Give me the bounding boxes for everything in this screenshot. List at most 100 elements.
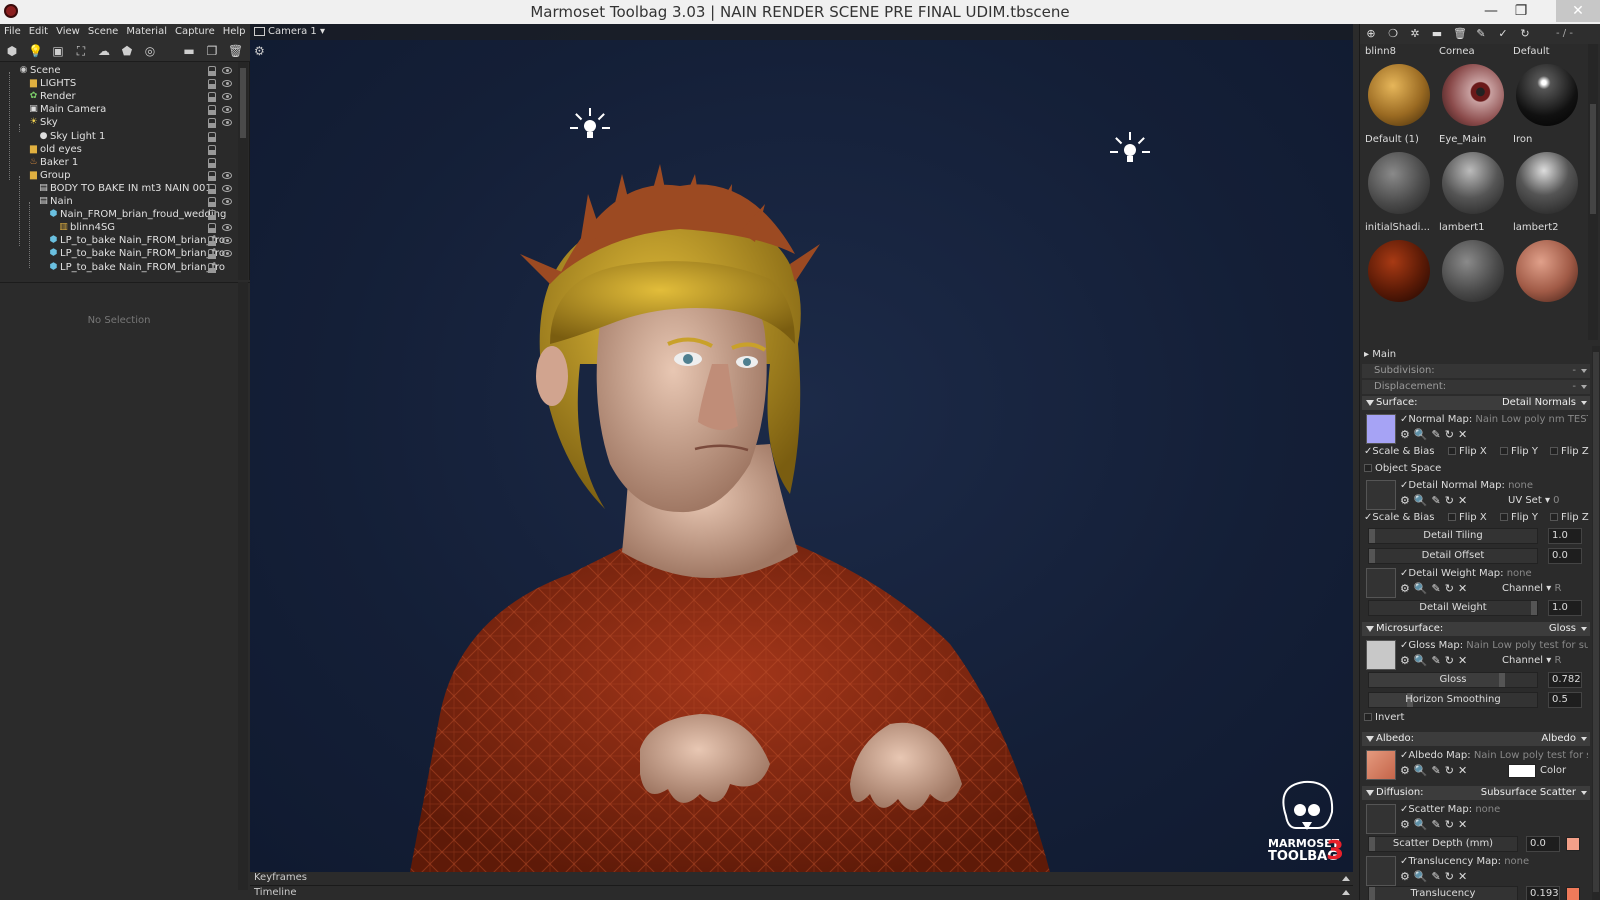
visibility-eye-icon[interactable] [222,184,232,192]
uv-set-dropdown[interactable]: UV Set ▾ 0 [1508,495,1560,506]
translucency-map-swatch[interactable] [1366,856,1396,886]
translucency-map-slot[interactable]: ✓Translucency Map: none [1400,856,1588,867]
lock-icon[interactable] [208,170,216,181]
material-thumbnail[interactable]: Iron [1510,134,1582,222]
delete-icon[interactable]: 🗑 [228,44,243,58]
lock-icon[interactable] [208,197,216,207]
menu-capture[interactable]: Capture [171,24,219,40]
lock-icon[interactable] [208,210,216,221]
lock-icon[interactable] [208,249,216,260]
lock-icon[interactable] [208,183,216,194]
albedo-section[interactable]: Albedo: Albedo [1362,732,1590,746]
properties-scrollbar[interactable] [238,282,248,890]
visibility-eye-icon[interactable] [222,224,232,232]
lock-icon[interactable] [208,79,216,90]
refresh-material-icon[interactable]: ↻ [1519,28,1531,40]
detail-weight-map-swatch[interactable] [1366,568,1396,598]
outliner-item[interactable]: ▆ LIGHTS [0,77,240,90]
menu-help[interactable]: Help [219,24,250,40]
horizon-smoothing-input[interactable]: 0.5 [1548,692,1582,708]
horizon-smoothing-slider[interactable]: Horizon Smoothing [1368,692,1538,708]
add-sky-icon[interactable]: ◎ [143,44,157,58]
outliner-item[interactable]: ♨ Baker 1 [0,156,240,169]
displacement-row[interactable]: Displacement: - [1362,380,1590,394]
paint-material-icon[interactable]: ✎ [1475,28,1487,40]
material-thumbnail[interactable]: Cornea [1436,46,1508,134]
add-camera-icon[interactable]: ▣ [51,44,65,58]
outliner-item[interactable]: ▤ BODY TO BAKE IN mt3 NAIN 001 [0,182,240,195]
detail-normal-map-tools[interactable]: ⚙🔍✎↻✕ [1400,494,1471,507]
lock-icon[interactable] [208,66,216,76]
flip-x-checkbox[interactable]: Flip X [1448,446,1487,457]
minimize-button[interactable]: — [1476,0,1506,22]
albedo-map-tools[interactable]: ⚙🔍✎↻✕ [1400,764,1471,777]
outliner-item[interactable]: ◉ Scene [0,64,240,77]
material-properties-scrollbar[interactable] [1592,346,1600,900]
main-section[interactable]: ▸ Main [1364,348,1590,362]
outliner-item[interactable]: ● Sky Light 1 [0,130,240,143]
lock-icon[interactable] [208,118,216,129]
material-pager[interactable]: - / - [1556,28,1573,39]
visibility-eye-icon[interactable] [222,67,232,74]
add-object-icon[interactable]: ⬢ [5,44,19,58]
scatter-depth-slider[interactable]: Scatter Depth (mm) [1368,836,1518,852]
detail-weight-input[interactable]: 1.0 [1548,600,1582,616]
detail-weight-channel-dropdown[interactable]: Channel ▾ R [1502,583,1561,594]
scatter-color-swatch[interactable] [1566,837,1580,851]
translucency-input[interactable]: 0.193 [1526,886,1560,900]
select-material-icon[interactable]: ✓ [1497,28,1509,40]
surface-section[interactable]: Surface: Detail Normals [1362,396,1590,410]
gloss-slider[interactable]: Gloss [1368,672,1538,688]
detail-weight-map-slot[interactable]: ✓Detail Weight Map: none [1400,568,1588,579]
material-grid-scrollbar[interactable] [1588,44,1598,340]
detail-offset-input[interactable]: 0.0 [1548,548,1582,564]
merge-materials-icon[interactable]: ✲ [1409,28,1421,40]
outliner-item[interactable]: ⬢ LP_to_bake Nain_FROM_brian_fro [0,234,240,247]
outliner-scrollbar[interactable] [238,62,248,280]
gloss-map-swatch[interactable] [1366,640,1396,670]
visibility-eye-icon[interactable] [222,250,232,258]
menu-scene[interactable]: Scene [84,24,123,40]
detail-normal-map-slot[interactable]: ✓Detail Normal Map: none [1400,480,1588,491]
visibility-eye-icon[interactable] [222,106,232,114]
detail-flip-y-checkbox[interactable]: Flip Y [1500,512,1538,523]
visibility-eye-icon[interactable] [222,237,232,245]
gloss-map-slot[interactable]: ✓Gloss Map: Nain Low poly test for subst… [1400,640,1588,651]
duplicate-material-icon[interactable]: ❍ [1387,28,1399,40]
detail-tiling-input[interactable]: 1.0 [1548,528,1582,544]
lock-icon[interactable] [208,157,216,168]
add-turntable-icon[interactable]: ☁ [97,44,111,58]
delete-material-icon[interactable]: 🗑 [1453,28,1467,40]
albedo-map-swatch[interactable] [1366,750,1396,780]
outliner-item[interactable]: ⬢ LP_to_bake Nain_FROM_brian_fro [0,261,240,274]
detail-flip-x-checkbox[interactable]: Flip X [1448,512,1487,523]
lock-icon[interactable] [208,144,216,155]
translucency-color-swatch[interactable] [1566,887,1580,900]
add-light-icon[interactable]: 💡 [28,44,43,58]
outliner-item[interactable]: ▣ Main Camera [0,103,240,116]
add-baker-icon[interactable]: ⬟ [120,44,134,58]
outliner-item[interactable]: ▤ Nain [0,195,240,208]
scale-bias-checkbox[interactable]: ✓Scale & Bias [1364,446,1434,457]
3d-viewport[interactable]: Camera 1 ▾ ⚙ MARMOSET TOOLBAG 3 [250,24,1353,872]
keyframes-label[interactable]: Keyframes [254,872,307,883]
lock-icon[interactable] [208,131,216,142]
outliner-item[interactable]: ▥ blinn4SG [0,221,240,234]
flip-y-checkbox[interactable]: Flip Y [1500,446,1538,457]
microsurface-section[interactable]: Microsurface: Gloss [1362,622,1590,636]
scatter-map-tools[interactable]: ⚙🔍✎↻✕ [1400,818,1471,831]
open-material-icon[interactable]: ▬ [1431,28,1443,40]
menu-material[interactable]: Material [122,24,171,40]
material-thumbnail[interactable]: lambert2 [1510,222,1582,310]
visibility-eye-icon[interactable] [222,119,232,127]
detail-tiling-slider[interactable]: Detail Tiling [1368,528,1538,544]
translucency-slider[interactable]: Translucency [1368,886,1518,900]
outliner-item[interactable]: ⬢ Nain_FROM_brian_froud_wedding [0,208,240,221]
outliner-item[interactable]: ✿ Render [0,90,240,103]
gloss-input[interactable]: 0.782 [1548,672,1582,688]
normal-map-slot[interactable]: ✓Normal Map: Nain Low poly nm TEST 00 [1400,414,1588,425]
menu-file[interactable]: File [0,24,25,40]
lock-icon[interactable] [208,105,216,116]
invert-checkbox[interactable]: Invert [1364,712,1404,723]
outliner-item[interactable]: ▆ Group [0,169,240,182]
